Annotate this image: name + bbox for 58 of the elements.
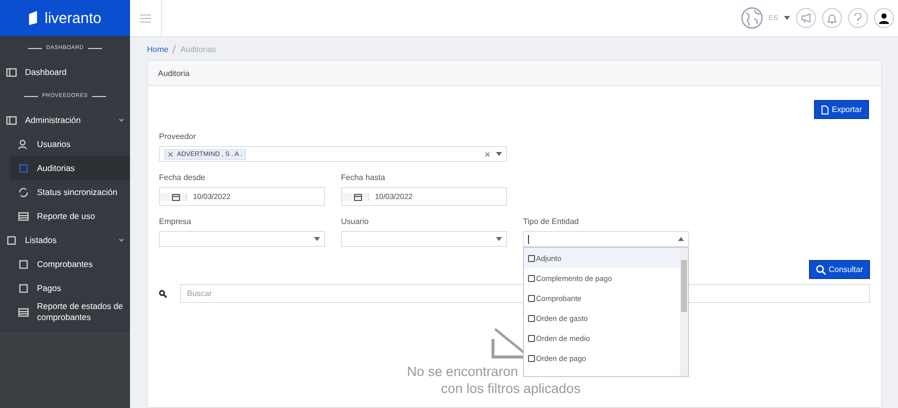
sidebar-item[interactable]: Status sincronización bbox=[0, 180, 130, 204]
caret-icon[interactable] bbox=[314, 237, 320, 241]
checkbox[interactable] bbox=[528, 334, 535, 342]
field-label: Proveedor bbox=[159, 132, 197, 141]
field-label: Empresa bbox=[159, 217, 192, 226]
square-icon bbox=[6, 234, 17, 246]
chevron-icon[interactable] bbox=[119, 238, 124, 242]
table-icon bbox=[18, 306, 29, 318]
consult-button[interactable]: Consultar bbox=[808, 260, 870, 279]
checkbox[interactable] bbox=[528, 254, 535, 262]
sidebar-item[interactable]: Comprobantes bbox=[0, 252, 130, 276]
sync-icon bbox=[18, 186, 29, 198]
logo-icon bbox=[28, 11, 40, 25]
checkbox[interactable] bbox=[528, 314, 535, 322]
caret-icon[interactable] bbox=[496, 237, 502, 241]
sidebar-item[interactable]: Auditorias bbox=[10, 156, 130, 180]
field-label: Usuario bbox=[341, 217, 370, 226]
clear-icon[interactable] bbox=[485, 152, 490, 156]
sidebar-item[interactable]: Dashboard bbox=[0, 60, 130, 84]
empty-message: No se encontraron bbox=[407, 363, 518, 380]
checkbox[interactable] bbox=[528, 354, 535, 362]
calendar-icon bbox=[354, 192, 362, 200]
brand-name: liveranto bbox=[44, 10, 102, 26]
field-label: Tipo de Entidad bbox=[523, 217, 580, 226]
layout-icon bbox=[6, 66, 17, 78]
sidebar-item[interactable]: Reporte de uso bbox=[0, 204, 130, 228]
clear-icon[interactable] bbox=[168, 152, 173, 156]
sidebar-item[interactable]: Pagos bbox=[0, 276, 130, 300]
checkbox[interactable] bbox=[528, 274, 535, 282]
table-icon bbox=[18, 210, 29, 222]
user-avatar[interactable] bbox=[874, 8, 894, 28]
breadcrumb-current: Auditorias bbox=[180, 45, 216, 54]
checkbox[interactable] bbox=[528, 294, 535, 302]
select-field[interactable] bbox=[159, 231, 325, 247]
sidebar-item[interactable]: Reporte de estados de comprobantes bbox=[0, 300, 130, 324]
breadcrumb-link[interactable]: Home bbox=[147, 45, 168, 54]
caret-icon[interactable] bbox=[678, 237, 684, 241]
separator-icon bbox=[172, 45, 176, 53]
card-title: Auditoria bbox=[158, 68, 190, 78]
field-label: Fecha hasta bbox=[341, 173, 386, 182]
scrollbar[interactable] bbox=[680, 248, 688, 376]
chevron-icon[interactable] bbox=[119, 118, 124, 122]
field-label: Fecha desde bbox=[159, 173, 206, 182]
square-icon bbox=[18, 162, 29, 174]
search-icon bbox=[816, 264, 826, 274]
square-icon bbox=[18, 282, 29, 294]
layout-icon bbox=[6, 114, 17, 126]
export-button[interactable]: Exportar bbox=[814, 100, 869, 119]
calendar-icon bbox=[172, 192, 180, 200]
user-icon bbox=[18, 138, 29, 150]
empty-message: con los filtros aplicados bbox=[441, 380, 581, 397]
document-icon bbox=[820, 104, 829, 114]
sidebar-item[interactable]: Usuarios bbox=[0, 132, 130, 156]
search-icon bbox=[159, 290, 167, 298]
caret-icon[interactable] bbox=[496, 152, 502, 156]
select-field[interactable] bbox=[341, 231, 507, 247]
caret-icon[interactable] bbox=[784, 16, 790, 20]
square-icon bbox=[18, 258, 29, 270]
